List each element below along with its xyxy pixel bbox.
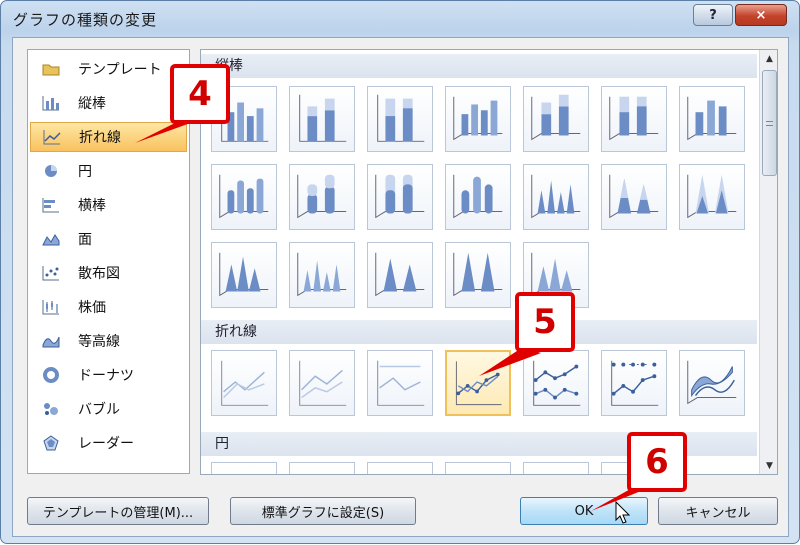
category-label: 折れ線 (79, 130, 121, 146)
category-label: レーダー (78, 436, 134, 452)
chart-subtype-gallery: 縦棒 折れ線 (200, 49, 778, 475)
category-item-scatter[interactable]: 散布図 (30, 258, 187, 288)
subtype-stacked-line-with-markers[interactable] (523, 350, 589, 416)
subtype-line[interactable] (211, 350, 277, 416)
category-item-area[interactable]: 面 (30, 224, 187, 254)
subtype-pie-of-pie[interactable] (367, 462, 433, 474)
callout-6: 6 (627, 432, 687, 492)
subtype-clustered-pyramid[interactable] (289, 242, 355, 308)
category-item-surface[interactable]: 等高線 (30, 326, 187, 356)
category-label: バブル (78, 402, 120, 418)
subtype-line-with-markers[interactable] (445, 350, 511, 416)
section-header-column: 縦棒 (201, 54, 757, 78)
category-label: 株価 (78, 300, 106, 316)
subtype-3d-column[interactable] (679, 86, 745, 152)
category-item-bar[interactable]: 横棒 (30, 190, 187, 220)
scrollbar-thumb[interactable] (762, 70, 777, 176)
stock-chart-icon (40, 298, 62, 316)
subtype-3d-pie[interactable] (289, 462, 355, 474)
title-bar: グラフの種類の変更 ? × (1, 1, 799, 37)
subtype-3d-line[interactable] (679, 350, 745, 416)
category-item-bubble[interactable]: バブル (30, 394, 187, 424)
subtype-stacked-pyramid[interactable] (367, 242, 433, 308)
radar-chart-icon (40, 434, 62, 452)
scroll-down-icon[interactable]: ▼ (760, 457, 777, 474)
subtype-stacked-line[interactable] (289, 350, 355, 416)
help-button[interactable]: ? (693, 4, 733, 26)
bubble-chart-icon (40, 400, 62, 418)
category-item-doughnut[interactable]: ドーナツ (30, 360, 187, 390)
subtype-clustered-cone[interactable] (523, 164, 589, 230)
area-chart-icon (40, 230, 62, 248)
subtype-100-stacked-cylinder[interactable] (367, 164, 433, 230)
category-label: 面 (78, 232, 92, 248)
subtype-stacked-cone[interactable] (601, 164, 667, 230)
manage-templates-button[interactable]: テンプレートの管理(M)... (27, 497, 209, 525)
mouse-cursor-icon (615, 501, 631, 524)
subtype-3d-stacked-column[interactable] (523, 86, 589, 152)
dialog-title: グラフの種類の変更 (13, 11, 158, 29)
subtype-100-stacked-cone[interactable] (679, 164, 745, 230)
subtype-stacked-cylinder[interactable] (289, 164, 355, 230)
category-item-stock[interactable]: 株価 (30, 292, 187, 322)
doughnut-chart-icon (40, 366, 62, 384)
pie-chart-icon (40, 162, 62, 180)
subtype-exploded-pie[interactable] (445, 462, 511, 474)
scroll-up-icon[interactable]: ▲ (760, 50, 777, 67)
category-label: テンプレート (78, 62, 162, 78)
surface-chart-icon (40, 332, 62, 350)
bar-chart-icon (40, 196, 62, 214)
section-header-line: 折れ線 (201, 320, 757, 344)
close-button[interactable]: × (735, 4, 787, 26)
chart-category-list: テンプレート 縦棒 折れ線 円 横棒 面 散布図 株価 等高線 ドーナツ バブル… (27, 49, 190, 474)
category-item-line[interactable]: 折れ線 (30, 122, 187, 152)
scatter-chart-icon (40, 264, 62, 282)
category-label: 等高線 (78, 334, 120, 350)
category-label: ドーナツ (78, 368, 134, 384)
folder-icon (40, 60, 62, 78)
category-label: 散布図 (78, 266, 120, 282)
category-item-radar[interactable]: レーダー (30, 428, 187, 458)
category-item-pie[interactable]: 円 (30, 156, 187, 186)
subtype-100-stacked-line-with-markers[interactable] (601, 350, 667, 416)
category-item-column[interactable]: 縦棒 (30, 88, 187, 118)
subtype-3d-100-stacked-column[interactable] (601, 86, 667, 152)
help-icon: ? (709, 7, 717, 23)
subtype-100-stacked-pyramid[interactable] (445, 242, 511, 308)
subtype-clustered-cylinder[interactable] (211, 164, 277, 230)
callout-4: 4 (170, 64, 230, 124)
subtype-stacked-column[interactable] (289, 86, 355, 152)
set-default-chart-button[interactable]: 標準グラフに設定(S) (230, 497, 416, 525)
subtype-3d-exploded-pie[interactable] (523, 462, 589, 474)
callout-5: 5 (515, 292, 575, 352)
column-chart-icon (40, 94, 62, 112)
cancel-button[interactable]: キャンセル (658, 497, 778, 525)
change-chart-type-dialog: グラフの種類の変更 ? × テンプレート 縦棒 折れ線 円 横棒 面 散布図 株… (0, 0, 800, 544)
subtype-3d-clustered-column[interactable] (445, 86, 511, 152)
close-icon: × (755, 7, 767, 23)
gallery-scrollbar[interactable]: ▲ ▼ (759, 50, 777, 474)
subtype-3d-cylinder[interactable] (445, 164, 511, 230)
grip-icon (766, 121, 773, 126)
category-label: 円 (78, 164, 92, 180)
category-label: 縦棒 (78, 96, 106, 112)
subtype-3d-cone[interactable] (211, 242, 277, 308)
subtype-100-stacked-column[interactable] (367, 86, 433, 152)
line-chart-icon (41, 128, 63, 146)
subtype-100-stacked-line[interactable] (367, 350, 433, 416)
category-label: 横棒 (78, 198, 106, 214)
category-item-template[interactable]: テンプレート (30, 54, 187, 84)
subtype-pie[interactable] (211, 462, 277, 474)
